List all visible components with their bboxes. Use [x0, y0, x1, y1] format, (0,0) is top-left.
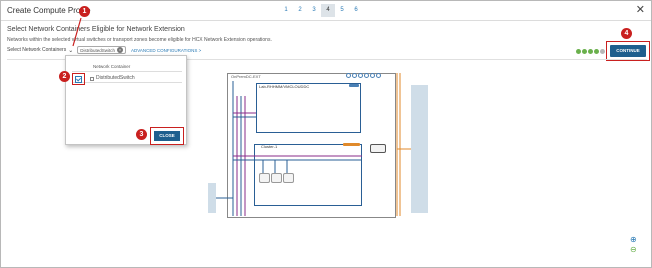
wizard-window: Create Compute Profile 1 2 3 4 5 6 ✕ Sel… — [0, 0, 652, 268]
zoom-in-icon[interactable]: ⊕ — [630, 235, 637, 244]
callout-arrow — [72, 17, 82, 47]
zoom-out-icon[interactable]: ⊖ — [630, 245, 637, 254]
dropdown-column-header: Network Container — [72, 62, 182, 72]
callout-badge-3: 3 — [136, 129, 147, 140]
callout-highlight-3 — [150, 127, 184, 145]
callout-highlight-2 — [72, 73, 85, 85]
callout-badge-1: 1 — [79, 6, 90, 17]
row-label: DistributedSwitch — [96, 75, 135, 81]
switch-icon — [90, 77, 94, 81]
network-container-dropdown: Network Container DistributedSwitch CLOS… — [65, 55, 187, 145]
callout-badge-2: 2 — [59, 71, 70, 82]
